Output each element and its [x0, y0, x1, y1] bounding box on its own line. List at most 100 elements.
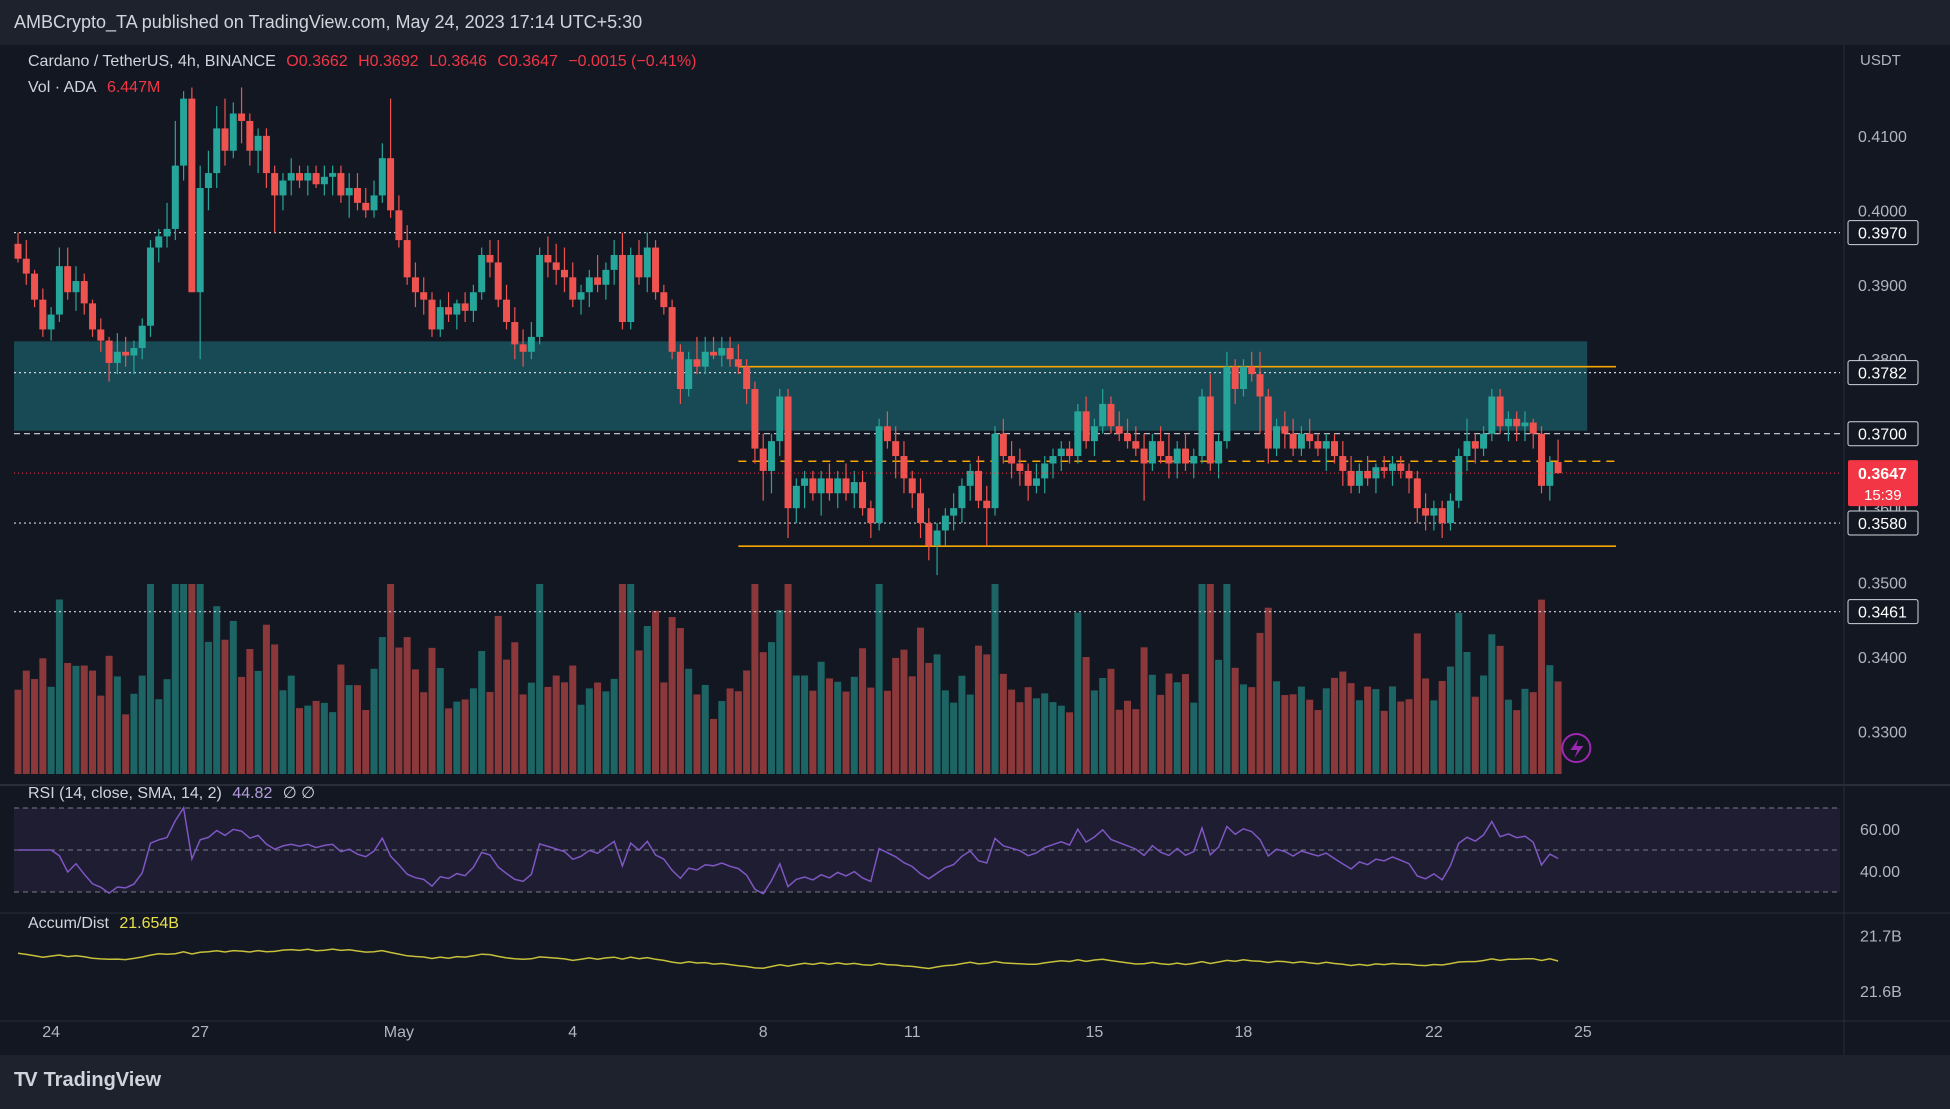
candle	[1248, 366, 1256, 375]
candle	[171, 165, 179, 229]
candle	[950, 508, 958, 516]
candle	[453, 303, 461, 315]
volume-bar	[544, 686, 552, 774]
volume-bar	[420, 692, 428, 774]
candle	[941, 515, 949, 531]
candle	[983, 500, 991, 509]
supply-zone	[14, 341, 1588, 431]
candle	[254, 135, 262, 151]
ohlc-low: L0.3646	[429, 53, 487, 70]
candle	[693, 359, 701, 367]
volume-bar	[279, 690, 287, 774]
volume-bar	[859, 648, 867, 774]
candle	[1504, 418, 1512, 427]
volume-bar	[776, 610, 784, 774]
candle	[892, 441, 900, 457]
volume-bar	[933, 654, 941, 774]
candle	[1488, 396, 1496, 434]
volume-bar	[734, 691, 742, 774]
ohlc-open: O0.3662	[286, 53, 348, 70]
volume-bar	[941, 690, 949, 774]
candle	[668, 307, 676, 352]
candle	[204, 173, 212, 188]
volume-bar	[130, 693, 138, 774]
level-tag-label: 0.3580	[1858, 516, 1907, 533]
volume-bar	[1306, 699, 1314, 774]
candle	[1430, 508, 1438, 516]
candle	[229, 113, 237, 151]
volume-bar	[1124, 700, 1132, 774]
volume-bar	[569, 665, 577, 774]
volume-bar	[445, 708, 453, 774]
symbol-title[interactable]: Cardano / TetherUS, 4h, BINANCE	[28, 53, 276, 70]
candle	[1331, 441, 1339, 457]
publish-text: AMBCrypto_TA published on TradingView.co…	[14, 12, 643, 32]
candle	[329, 173, 337, 177]
candle	[991, 433, 999, 509]
volume-bar	[900, 649, 908, 774]
candle	[279, 180, 287, 196]
candle	[238, 113, 246, 121]
volume-bar	[378, 637, 386, 774]
tv-logo-icon: TV	[14, 1069, 38, 1091]
volume-bar	[560, 682, 568, 774]
volume-bar	[999, 673, 1007, 774]
volume-bar	[1314, 710, 1322, 774]
candle	[809, 478, 817, 494]
candle	[486, 254, 494, 263]
candle	[834, 478, 842, 494]
candle	[1264, 396, 1272, 449]
volume-bar	[105, 655, 113, 774]
volume-bar	[254, 670, 262, 774]
volume-bar	[320, 702, 328, 774]
candle	[602, 269, 610, 285]
candle	[246, 120, 254, 151]
ad-label[interactable]: Accum/Dist	[28, 915, 109, 932]
volume-bar	[113, 676, 121, 774]
candle	[1513, 418, 1521, 427]
volume-label[interactable]: Vol · ADA	[28, 79, 96, 96]
volume-bar	[1546, 665, 1554, 774]
candle	[1405, 470, 1413, 479]
volume-bar	[204, 641, 212, 774]
candle	[536, 254, 544, 337]
candle	[287, 173, 295, 181]
candle	[445, 307, 453, 315]
volume-bar	[1132, 709, 1140, 774]
candle	[701, 351, 709, 367]
candle	[1273, 426, 1281, 449]
candle	[1016, 463, 1024, 471]
candle	[1546, 461, 1554, 486]
rsi-tick-label: 60.00	[1860, 822, 1900, 839]
volume-bar	[1032, 698, 1040, 774]
candle	[1041, 463, 1049, 479]
candle	[1157, 441, 1165, 457]
volume-bar	[726, 688, 734, 774]
price-tick-label: 0.3400	[1858, 650, 1907, 667]
volume-bar	[461, 699, 469, 774]
candle	[1099, 403, 1107, 427]
volume-legend: Vol · ADA 6.447M	[28, 79, 166, 97]
currency-label: USDT	[1860, 52, 1901, 69]
volume-value: 6.447M	[106, 79, 161, 96]
symbol-legend: Cardano / TetherUS, 4h, BINANCE O0.3662 …	[28, 53, 702, 71]
candle	[801, 478, 809, 486]
candle	[643, 247, 651, 278]
time-tick-label: 11	[904, 1024, 921, 1041]
volume-bar	[585, 688, 593, 774]
volume-bar	[1090, 690, 1098, 774]
candle	[1190, 456, 1198, 464]
rsi-label[interactable]: RSI (14, close, SMA, 14, 2)	[28, 785, 222, 802]
lightning-bolt	[1570, 739, 1584, 758]
candle	[31, 273, 39, 300]
volume-bar	[1347, 683, 1355, 774]
chart-frame[interactable]: 0.41000.40000.39000.38000.37000.36000.35…	[0, 45, 1950, 1055]
chart-canvas[interactable]: 0.41000.40000.39000.38000.37000.36000.35…	[0, 45, 1950, 1055]
candle	[461, 303, 469, 311]
candle	[842, 478, 850, 494]
volume-bar	[469, 688, 477, 774]
volume-bar	[618, 584, 626, 774]
volume-bar	[80, 665, 88, 774]
candle	[72, 281, 80, 293]
tradingview-logo[interactable]: TV TradingView	[14, 1069, 161, 1092]
